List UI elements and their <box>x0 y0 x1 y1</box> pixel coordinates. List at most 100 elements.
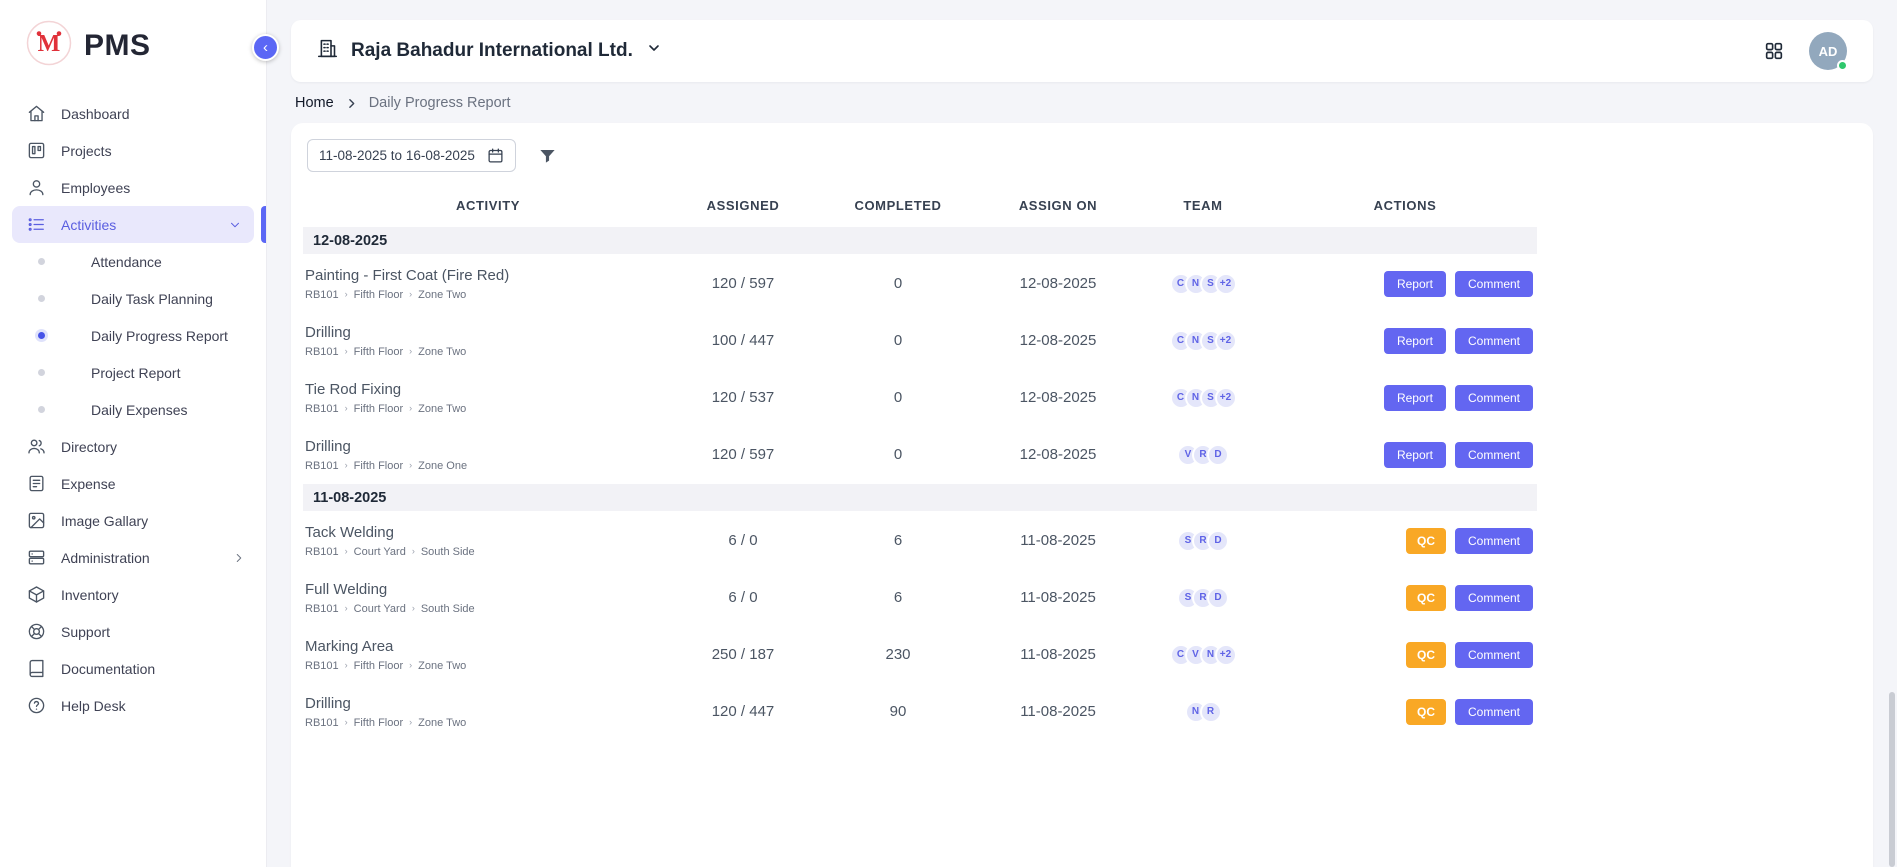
comment-button[interactable]: Comment <box>1455 585 1533 611</box>
activity-name: Painting - First Coat (Fire Red) <box>305 267 673 284</box>
activity-cell: DrillingRB101›Fifth Floor›Zone Two <box>303 695 673 729</box>
activity-location-path: RB101›Fifth Floor›Zone Two <box>305 346 673 358</box>
report-button[interactable]: Report <box>1384 442 1446 468</box>
sidebar-item-label: Expense <box>61 476 115 492</box>
team-more-badge[interactable]: +2 <box>1215 273 1237 295</box>
bullet-dot <box>38 295 45 302</box>
table-row: Painting - First Coat (Fire Red)RB101›Fi… <box>303 255 1537 312</box>
sidebar-subitem-label: Project Report <box>91 365 180 381</box>
sidebar-item-help-desk[interactable]: Help Desk <box>0 687 266 724</box>
assign-on-cell: 11-08-2025 <box>983 532 1133 549</box>
comment-button[interactable]: Comment <box>1455 699 1533 725</box>
chevron-right-icon <box>345 97 358 110</box>
path-segment: Court Yard <box>354 603 406 615</box>
path-segment: Fifth Floor <box>354 460 404 472</box>
sidebar-item-directory[interactable]: Directory <box>0 428 266 465</box>
administration-icon <box>26 548 46 568</box>
app-logo-icon: M <box>26 20 72 71</box>
qc-button[interactable]: QC <box>1406 585 1446 611</box>
apps-grid-icon[interactable] <box>1763 40 1785 62</box>
sidebar-item-projects[interactable]: Projects <box>0 132 266 169</box>
sidebar-item-image-gallary[interactable]: Image Gallary <box>0 502 266 539</box>
comment-button[interactable]: Comment <box>1455 528 1533 554</box>
table-header: ACTIVITYASSIGNEDCOMPLETEDASSIGN ONTEAMAC… <box>303 184 1537 226</box>
report-button[interactable]: Report <box>1384 385 1446 411</box>
report-button[interactable]: Report <box>1384 328 1446 354</box>
qc-button[interactable]: QC <box>1406 642 1446 668</box>
sidebar-item-employees[interactable]: Employees <box>0 169 266 206</box>
sidebar-item-label: Documentation <box>61 661 155 677</box>
chevron-right-icon: › <box>345 461 348 470</box>
path-segment: Fifth Floor <box>354 403 404 415</box>
chevron-right-icon: › <box>345 718 348 727</box>
assigned-cell: 250 / 187 <box>673 646 813 663</box>
sidebar-subitem-daily-task-planning[interactable]: Daily Task Planning <box>0 280 266 317</box>
report-button[interactable]: Report <box>1384 271 1446 297</box>
chevron-right-icon: › <box>345 404 348 413</box>
actions-cell: Report Comment <box>1273 385 1537 411</box>
actions-cell: QC Comment <box>1273 528 1537 554</box>
sidebar-item-label: Employees <box>61 180 130 196</box>
path-segment: RB101 <box>305 603 339 615</box>
comment-button[interactable]: Comment <box>1455 385 1533 411</box>
comment-button[interactable]: Comment <box>1455 328 1533 354</box>
company-selector[interactable]: Raja Bahadur International Ltd. <box>317 38 662 65</box>
chevron-down-icon <box>228 218 242 232</box>
main-area: Raja Bahadur International Ltd. AD Home <box>267 0 1897 867</box>
sidebar: M PMS ‹ DashboardProjectsEmployeesActivi… <box>0 0 267 867</box>
team-cell: CNS+2 <box>1133 330 1273 352</box>
activity-cell: Tie Rod FixingRB101›Fifth Floor›Zone Two <box>303 381 673 415</box>
path-segment: Fifth Floor <box>354 717 404 729</box>
sidebar-subitem-attendance[interactable]: Attendance <box>0 243 266 280</box>
home-icon <box>26 104 46 124</box>
activities-icon <box>26 215 46 235</box>
filter-icon[interactable] <box>538 146 557 165</box>
team-more-badge[interactable]: +2 <box>1215 644 1237 666</box>
team-more-badge[interactable]: +2 <box>1215 330 1237 352</box>
online-status-dot <box>1837 60 1848 71</box>
qc-button[interactable]: QC <box>1406 528 1446 554</box>
comment-button[interactable]: Comment <box>1455 271 1533 297</box>
completed-cell: 0 <box>813 389 983 406</box>
sidebar-collapse-button[interactable]: ‹ <box>252 34 279 61</box>
path-segment: Zone Two <box>418 289 466 301</box>
page-scrollbar[interactable] <box>1889 692 1895 867</box>
breadcrumb-home[interactable]: Home <box>295 95 334 111</box>
sidebar-subitem-daily-expenses[interactable]: Daily Expenses <box>0 391 266 428</box>
sidebar-item-activities[interactable]: Activities <box>12 206 254 243</box>
actions-cell: Report Comment <box>1273 271 1537 297</box>
qc-button[interactable]: QC <box>1406 699 1446 725</box>
sidebar-item-support[interactable]: Support <box>0 613 266 650</box>
sidebar-item-administration[interactable]: Administration <box>0 539 266 576</box>
table-row: DrillingRB101›Fifth Floor›Zone One120 / … <box>303 426 1537 483</box>
date-range-input[interactable]: 11-08-2025 to 16-08-2025 <box>307 139 516 172</box>
completed-cell: 6 <box>813 532 983 549</box>
sidebar-subitem-daily-progress-report[interactable]: Daily Progress Report <box>0 317 266 354</box>
topbar-right: AD <box>1763 32 1847 70</box>
bullet-dot <box>38 406 45 413</box>
chevron-down-icon <box>646 40 662 62</box>
activity-cell: Full WeldingRB101›Court Yard›South Side <box>303 581 673 615</box>
chevron-right-icon: › <box>345 604 348 613</box>
assign-on-cell: 12-08-2025 <box>983 446 1133 463</box>
assign-on-cell: 11-08-2025 <box>983 589 1133 606</box>
team-more-badge[interactable]: +2 <box>1215 387 1237 409</box>
team-cell: NR <box>1133 701 1273 723</box>
sidebar-subitem-project-report[interactable]: Project Report <box>0 354 266 391</box>
sidebar-item-expense[interactable]: Expense <box>0 465 266 502</box>
avatar[interactable]: AD <box>1809 32 1847 70</box>
date-range-value: 11-08-2025 to 16-08-2025 <box>319 148 475 163</box>
path-segment: Fifth Floor <box>354 289 404 301</box>
chevron-right-icon <box>232 551 246 565</box>
sidebar-item-inventory[interactable]: Inventory <box>0 576 266 613</box>
sidebar-item-dashboard[interactable]: Dashboard <box>0 95 266 132</box>
assign-on-cell: 12-08-2025 <box>983 389 1133 406</box>
chevron-right-icon: › <box>409 290 412 299</box>
comment-button[interactable]: Comment <box>1455 642 1533 668</box>
sidebar-item-label: Administration <box>61 550 150 566</box>
actions-cell: QC Comment <box>1273 699 1537 725</box>
column-header-completed: COMPLETED <box>813 198 983 213</box>
sidebar-item-documentation[interactable]: Documentation <box>0 650 266 687</box>
comment-button[interactable]: Comment <box>1455 442 1533 468</box>
actions-cell: QC Comment <box>1273 585 1537 611</box>
